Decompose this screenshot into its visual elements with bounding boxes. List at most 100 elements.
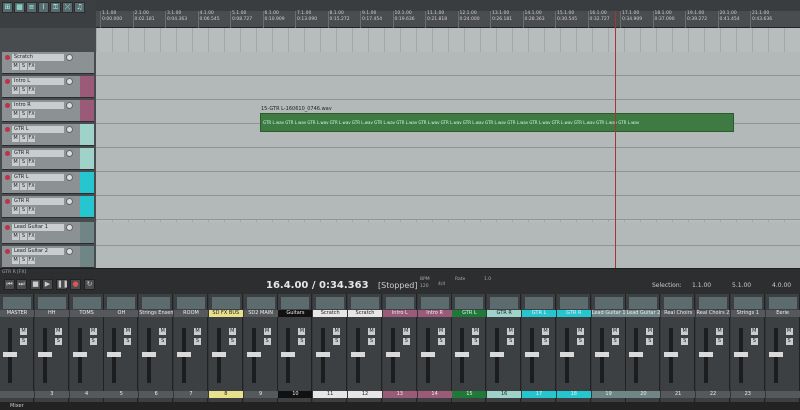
solo-button[interactable]: S (750, 338, 758, 345)
solo-button[interactable]: S (263, 338, 271, 345)
fader-cap[interactable] (351, 352, 365, 357)
fader-cap[interactable] (385, 352, 400, 357)
arrange-view[interactable]: 15-GTR L-160610_0746.wav GTR L.wav GTR L.… (96, 28, 800, 270)
solo-button[interactable]: S (20, 233, 27, 240)
strip-name[interactable]: HH (34, 310, 69, 317)
mixer-strip[interactable]: GTR R M S 16 (487, 294, 522, 402)
fx-slot[interactable] (72, 297, 101, 309)
fader-cap[interactable] (768, 352, 783, 357)
track-lane[interactable] (96, 246, 800, 270)
fx-slot[interactable] (768, 297, 797, 309)
mixer-strip[interactable]: Scratch M S 11 (313, 294, 348, 402)
mixer-strip[interactable]: MASTER M S (0, 294, 34, 402)
fader-cap[interactable] (699, 352, 713, 357)
solo-button[interactable]: S (507, 338, 515, 345)
track-lane[interactable] (96, 196, 800, 220)
fader-cap[interactable] (664, 352, 679, 357)
solo-button[interactable]: S (576, 338, 584, 345)
track-name[interactable]: GTR L (12, 126, 64, 133)
fx-button[interactable]: FX (28, 135, 35, 142)
mute-button[interactable]: M (437, 328, 445, 335)
record-arm-icon[interactable] (5, 127, 10, 132)
mixer-strip[interactable]: HH M S 3 (34, 294, 69, 402)
fx-slot[interactable] (107, 297, 136, 309)
volume-knob[interactable] (66, 126, 73, 133)
record-arm-icon[interactable] (5, 79, 10, 84)
record-arm-icon[interactable] (5, 199, 10, 204)
lock-icon[interactable]: ⚿ (50, 2, 61, 13)
solo-button[interactable]: S (333, 338, 341, 345)
volume-knob[interactable] (66, 78, 73, 85)
time-signature[interactable]: 4/4 (438, 282, 445, 287)
timeline-ruler[interactable]: 1.1.00 0:00.000 2.1.00 0:02.181 3.1.00 0:04.3… (96, 11, 800, 28)
grid-icon[interactable]: ▦ (14, 2, 25, 13)
solo-button[interactable]: S (20, 135, 27, 142)
fx-button[interactable]: FX (28, 111, 35, 118)
fx-slot[interactable] (3, 297, 31, 309)
fader-cap[interactable] (37, 352, 52, 357)
fx-button[interactable]: FX (28, 159, 35, 166)
solo-button[interactable]: S (368, 338, 375, 345)
track-name[interactable]: Lead Guitar 2 (12, 248, 64, 255)
solo-button[interactable]: S (124, 338, 132, 345)
volume-knob[interactable] (66, 54, 73, 61)
strip-name[interactable]: Lead Guitar 2 (626, 310, 661, 317)
strip-name[interactable]: ROOM (174, 310, 208, 317)
fx-button[interactable]: FX (28, 257, 35, 264)
mixer-strip[interactable]: Guitars M S 10 (278, 294, 313, 402)
mute-button[interactable]: M (12, 233, 19, 240)
mute-button[interactable]: M (716, 328, 723, 335)
solo-button[interactable]: S (159, 338, 167, 345)
strip-name[interactable]: Real Choirs 2 (696, 310, 730, 317)
mixer-strip[interactable]: Intro L M S 13 (382, 294, 417, 402)
mute-button[interactable]: M (89, 328, 97, 335)
strip-name[interactable]: Lead Guitar 1 (591, 310, 626, 317)
solo-button[interactable]: S (402, 338, 410, 345)
solo-button[interactable]: S (437, 338, 445, 345)
solo-button[interactable]: S (228, 338, 236, 345)
record-arm-icon[interactable] (5, 225, 10, 230)
mute-button[interactable]: M (263, 328, 271, 335)
mute-button[interactable]: M (611, 328, 619, 335)
mixer-strip[interactable]: GTR L M S 17 (522, 294, 556, 402)
mixer-strip[interactable]: Real Choirs 2 M S 22 (696, 294, 730, 402)
solo-button[interactable]: S (194, 338, 201, 345)
fx-button[interactable]: FX (28, 207, 35, 214)
strip-name[interactable]: GTR R (487, 310, 522, 317)
mute-button[interactable]: M (12, 111, 19, 118)
fx-slot[interactable] (699, 297, 727, 309)
solo-button[interactable]: S (20, 159, 27, 166)
strip-name[interactable]: OH (104, 310, 139, 317)
track-name[interactable]: GTR R (12, 198, 64, 205)
mixer-strip[interactable]: OH M S 5 (104, 294, 139, 402)
volume-knob[interactable] (66, 198, 73, 205)
fader-cap[interactable] (281, 352, 296, 357)
envelope-icon[interactable]: ⌇ (38, 2, 49, 13)
record-arm-icon[interactable] (5, 55, 10, 60)
mixer-strip[interactable]: Scratch M S 12 (348, 294, 382, 402)
mixer-strip[interactable]: ROOM M S 7 (174, 294, 208, 402)
fx-slot[interactable] (351, 297, 379, 309)
selection-end[interactable]: 5.1.00 (732, 282, 751, 289)
volume-knob[interactable] (66, 102, 73, 109)
strip-name[interactable]: SD2 MAIN (243, 310, 278, 317)
track-lane[interactable] (96, 172, 800, 196)
mixer-strip[interactable]: Lead Guitar 2 M S 20 (626, 294, 661, 402)
fader-cap[interactable] (733, 352, 748, 357)
pause-icon[interactable]: ❚❚ (56, 279, 69, 290)
track-lane[interactable] (96, 52, 800, 76)
fx-slot[interactable] (316, 297, 345, 309)
stop-icon[interactable]: ■ (30, 279, 41, 290)
mixer-strip[interactable]: Strings 1 M S 23 (730, 294, 765, 402)
mute-button[interactable]: M (12, 87, 19, 94)
fx-slot[interactable] (37, 297, 66, 309)
solo-button[interactable]: S (298, 338, 306, 345)
mute-button[interactable]: M (159, 328, 167, 335)
fx-slot[interactable] (629, 297, 658, 309)
volume-knob[interactable] (66, 150, 73, 157)
fader-cap[interactable] (594, 352, 609, 357)
fx-slot[interactable] (211, 297, 240, 309)
fx-button[interactable]: FX (28, 183, 35, 190)
track-panel[interactable]: GTR R M S FX (2, 148, 94, 170)
fx-slot[interactable] (420, 297, 449, 309)
